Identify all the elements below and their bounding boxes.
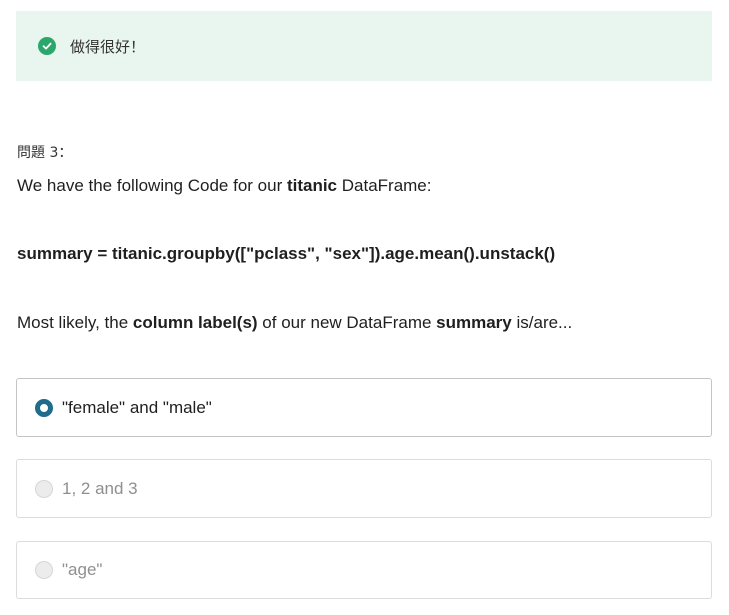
question-emphasis: column label(s)	[132, 313, 258, 332]
question-text-part: of our new DataFrame	[257, 313, 437, 332]
answer-option-label: "female" and "male"	[62, 397, 212, 417]
question-text-part: Most likely, the	[17, 313, 133, 332]
question-text-part: is/are...	[511, 313, 573, 332]
radio-selected-icon[interactable]	[35, 398, 53, 417]
question-emphasis: summary	[436, 313, 512, 332]
feedback-message: 做得很好！	[70, 37, 146, 56]
answer-option-female-male[interactable]: "female" and "male"	[16, 378, 712, 437]
question-text-part: DataFrame:	[337, 176, 432, 195]
answer-option-label: "age"	[62, 560, 103, 579]
success-feedback-banner: 做得很好！	[16, 11, 712, 81]
question-prompt: Most likely, the column label(s) of our …	[17, 313, 572, 333]
question-number: 問題 3：	[17, 145, 73, 161]
question-text-part: We have the following Code for our	[17, 176, 287, 195]
answer-option-age[interactable]: "age"	[16, 541, 712, 599]
answer-option-label: 1, 2 and 3	[62, 478, 138, 498]
answer-option-1-2-3[interactable]: 1, 2 and 3	[16, 459, 712, 518]
code-statement: summary = titanic.groupby(["pclass", "se…	[17, 244, 556, 263]
radio-unselected-icon[interactable]	[35, 561, 53, 579]
question-text-intro: We have the following Code for our titan…	[17, 176, 432, 196]
dataframe-name: titanic	[286, 176, 338, 195]
check-circle-icon	[38, 37, 56, 55]
radio-unselected-icon[interactable]	[35, 479, 53, 498]
